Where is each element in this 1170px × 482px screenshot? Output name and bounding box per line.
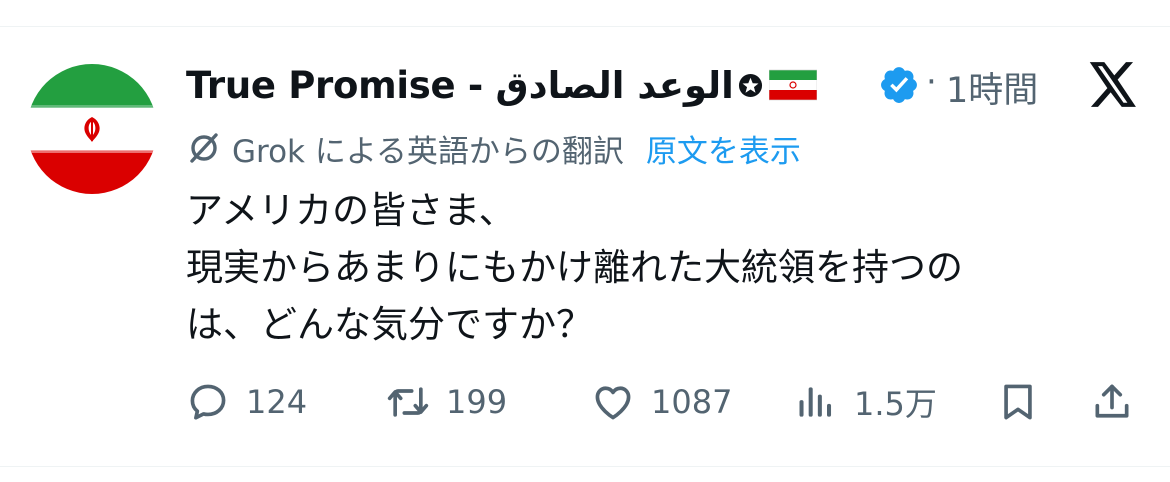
display-name[interactable]: True Promise - الوعد الصادق bbox=[186, 64, 734, 107]
reply-icon bbox=[190, 384, 226, 420]
view-count: 1.5万 bbox=[854, 385, 937, 423]
repost-button[interactable]: 199 bbox=[386, 374, 507, 430]
post-text-line: は、どんな気分ですか？ bbox=[186, 303, 593, 346]
translation-row: Grok による英語からの翻訳 原文を表示 bbox=[186, 126, 801, 170]
reply-button[interactable]: 124 bbox=[186, 374, 307, 430]
repost-count: 199 bbox=[446, 383, 508, 421]
grok-icon bbox=[190, 133, 218, 163]
share-button[interactable] bbox=[1090, 374, 1134, 430]
post-timestamp[interactable]: 1時間 bbox=[946, 62, 1038, 113]
post-text-line: アメリカの皆さま、 bbox=[186, 189, 516, 232]
heart-icon bbox=[595, 386, 631, 420]
x-logo-icon[interactable] bbox=[1088, 62, 1138, 108]
bookmark-icon bbox=[1004, 384, 1032, 420]
bottom-divider bbox=[0, 466, 1170, 467]
avatar[interactable] bbox=[27, 64, 157, 194]
views-button[interactable]: 1.5万 bbox=[794, 374, 937, 430]
show-original-link[interactable]: 原文を表示 bbox=[646, 126, 801, 171]
share-icon bbox=[1095, 384, 1129, 418]
like-button[interactable]: 1087 bbox=[591, 374, 732, 430]
repost-icon bbox=[387, 387, 429, 417]
star-icon bbox=[738, 73, 762, 97]
post-text: アメリカの皆さま、 現実からあまりにもかけ離れた大統領を持つの は、どんな気分で… bbox=[186, 182, 1146, 353]
bookmark-button[interactable] bbox=[996, 374, 1040, 430]
verified-badge-icon bbox=[881, 67, 917, 103]
post-text-line: 現実からあまりにもかけ離れた大統領を持つの bbox=[186, 246, 963, 289]
time-separator: · bbox=[926, 62, 937, 102]
reply-count: 124 bbox=[246, 383, 308, 421]
action-bar: 124 199 1087 1.5万 bbox=[186, 374, 1136, 430]
iran-flag-avatar-icon bbox=[27, 64, 157, 194]
views-icon bbox=[799, 387, 832, 417]
top-divider bbox=[0, 26, 1170, 27]
iran-flag-icon bbox=[768, 69, 817, 101]
translation-label: Grok による英語からの翻訳 bbox=[232, 133, 624, 170]
author-name-row[interactable]: True Promise - الوعد الصادق bbox=[186, 60, 817, 110]
like-count: 1087 bbox=[651, 383, 733, 421]
